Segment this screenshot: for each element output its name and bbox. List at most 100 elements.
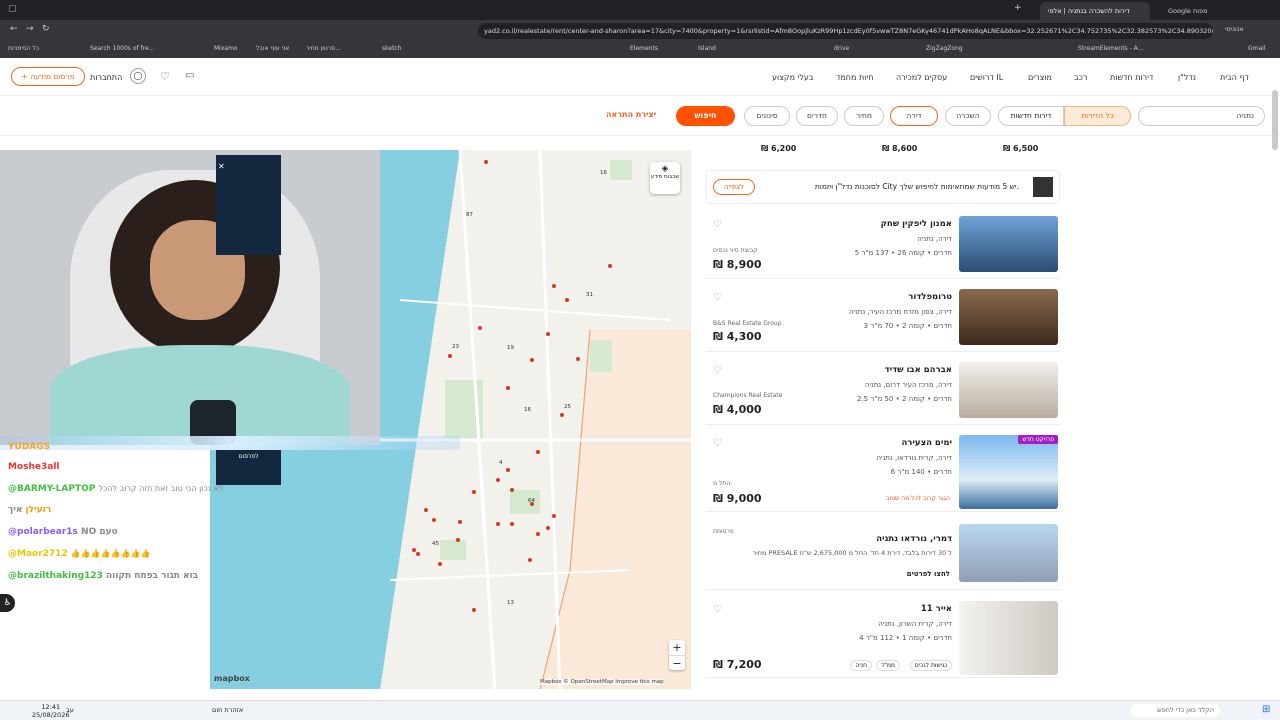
- bookmark-item[interactable]: כל הסימניות: [8, 45, 39, 52]
- heart-icon[interactable]: ♡: [713, 292, 722, 303]
- listing-marker[interactable]: [478, 326, 482, 330]
- create-alert-button[interactable]: יצירת התראה: [606, 110, 656, 119]
- ad-card[interactable]: פרסומת דמרי, נורדאו נתניה מחיר PRESALE ל…: [706, 520, 1060, 590]
- map-attribution[interactable]: Mapbox © OpenStreetMap Improve this map: [540, 679, 664, 685]
- banner-view-button[interactable]: לצפייה: [713, 179, 755, 195]
- listing-marker[interactable]: [496, 478, 500, 482]
- back-icon[interactable]: ←: [10, 24, 18, 34]
- user-icon[interactable]: ◯: [130, 68, 146, 84]
- map-layers-button[interactable]: ◈ שכבות מידע: [650, 162, 680, 194]
- location-search-input[interactable]: נתניה: [1138, 106, 1265, 126]
- listing-marker[interactable]: [530, 502, 534, 506]
- weather-widget[interactable]: אזהרת חום: [212, 706, 243, 714]
- bookmark-item[interactable]: sketch: [382, 45, 402, 52]
- listing-marker[interactable]: [510, 488, 514, 492]
- bookmark-item[interactable]: StreamElements - A...: [1078, 45, 1143, 52]
- listing-marker[interactable]: [496, 522, 500, 526]
- taskbar-search[interactable]: הקלד כאן כדי לחפש: [1130, 704, 1220, 717]
- heart-icon[interactable]: ♡: [160, 70, 170, 83]
- bookmark-item[interactable]: Mixamo: [214, 45, 238, 52]
- heart-icon[interactable]: ♡: [713, 438, 722, 449]
- page-scrollbar[interactable]: [1272, 90, 1278, 150]
- nav-jobs[interactable]: דרושים IL: [970, 73, 1003, 82]
- bookmark-item[interactable]: Elements: [630, 45, 658, 52]
- heart-icon[interactable]: ♡: [713, 365, 722, 376]
- bookmark-item[interactable]: Search 1000s of fre...: [90, 45, 154, 52]
- ad-cta-link[interactable]: לחצו לפרטים: [907, 570, 950, 578]
- bookmark-item[interactable]: אני עוף אובל: [256, 45, 289, 52]
- listing-marker[interactable]: [506, 386, 510, 390]
- listing-marker[interactable]: [484, 160, 488, 164]
- agency-banner[interactable]: לצפייה לסוכנות נדל"ן ויזמות City יש 5 מו…: [706, 170, 1060, 204]
- listing-card[interactable]: ♡ טרומפלדור דירה, צפון מזרח מרכז העיר, נ…: [706, 286, 1060, 352]
- listing-marker[interactable]: [438, 562, 442, 566]
- profile-label[interactable]: אנונימי: [1225, 25, 1244, 33]
- windows-start-icon[interactable]: ⊞: [1262, 704, 1270, 715]
- language-indicator[interactable]: עב: [66, 706, 74, 714]
- nav-realestate[interactable]: נדל"ן: [1178, 73, 1196, 82]
- listing-marker[interactable]: [506, 468, 510, 472]
- rooms-dropdown[interactable]: חדרים: [796, 106, 838, 126]
- listing-card[interactable]: ♡ פרויקט חדש ימים הצעירה דירה, קרית נורד…: [706, 432, 1060, 512]
- accessibility-icon[interactable]: ♿: [0, 594, 15, 612]
- tab-google-maps[interactable]: Google מפות: [1160, 2, 1260, 20]
- deal-type-dropdown[interactable]: השכרה: [945, 106, 991, 126]
- heart-icon[interactable]: ♡: [713, 604, 722, 615]
- listing-marker[interactable]: [448, 354, 452, 358]
- nav-products[interactable]: מוצרים: [1028, 73, 1052, 82]
- bookmark-item[interactable]: סרטון מחיר...: [306, 45, 341, 52]
- zoom-in-button[interactable]: +: [669, 640, 685, 655]
- search-button[interactable]: חיפוש: [676, 106, 735, 126]
- login-link[interactable]: התחברות: [90, 73, 122, 82]
- listing-marker[interactable]: [528, 558, 532, 562]
- listing-card[interactable]: ♡ אברהם אבו שדיד דירה, מרכז העיר דרום, נ…: [706, 359, 1060, 425]
- heart-icon[interactable]: ♡: [713, 219, 722, 230]
- listing-marker[interactable]: [536, 450, 540, 454]
- listing-marker[interactable]: [536, 532, 540, 536]
- segment-all-apartments[interactable]: כל הדירות: [1064, 106, 1131, 126]
- listing-marker[interactable]: [458, 520, 462, 524]
- listing-marker[interactable]: [510, 522, 514, 526]
- bookmark-item[interactable]: drive: [834, 45, 849, 52]
- listing-marker[interactable]: [576, 357, 580, 361]
- reload-icon[interactable]: ↻: [42, 24, 50, 34]
- listing-marker[interactable]: [456, 538, 460, 542]
- forward-icon[interactable]: →: [26, 24, 34, 34]
- nav-pets[interactable]: חיות מחמד: [836, 73, 873, 82]
- nav-home[interactable]: דף הבית: [1220, 73, 1249, 82]
- zoom-out-button[interactable]: −: [669, 655, 685, 670]
- listing-marker[interactable]: [416, 552, 420, 556]
- listing-marker[interactable]: [552, 514, 556, 518]
- listing-marker[interactable]: [546, 332, 550, 336]
- bookmark-item[interactable]: ZigZagZong: [926, 45, 963, 52]
- listing-marker[interactable]: [472, 490, 476, 494]
- segment-new-apartments[interactable]: דירות חדשות: [998, 106, 1064, 126]
- type-dropdown[interactable]: דירה: [890, 106, 938, 126]
- new-tab-icon[interactable]: +: [1014, 3, 1022, 13]
- listing-marker[interactable]: [565, 298, 569, 302]
- window-menu-icon[interactable]: ▢: [8, 4, 17, 14]
- close-icon[interactable]: ✕: [218, 162, 225, 171]
- chat-icon[interactable]: ▭: [185, 70, 194, 81]
- bookmark-item[interactable]: Island: [698, 45, 716, 52]
- listing-marker[interactable]: [608, 264, 612, 268]
- price-dropdown[interactable]: מחיר: [844, 106, 884, 126]
- listing-marker[interactable]: [472, 608, 476, 612]
- nav-cars[interactable]: רכב: [1074, 73, 1087, 82]
- nav-professionals[interactable]: בעלי מקצוע: [772, 73, 814, 82]
- listing-marker[interactable]: [552, 284, 556, 288]
- listing-marker[interactable]: [546, 526, 550, 530]
- nav-new-apartments[interactable]: דירות חדשות: [1110, 73, 1153, 82]
- url-field[interactable]: yad2.co.il/realestate/rent/center-and-sh…: [478, 23, 1213, 39]
- tab-yad2[interactable]: דירות להשכרה בנתניה | אלפי: [1040, 2, 1150, 20]
- listing-marker[interactable]: [530, 358, 534, 362]
- more-filters-button[interactable]: סינונים: [744, 106, 790, 126]
- listing-card[interactable]: ♡ אמנון ליפקין שחק דירה, נתניה 5 חדרים •…: [706, 213, 1060, 279]
- listing-marker[interactable]: [560, 413, 564, 417]
- listing-card[interactable]: ♡ אייר 11 דירה, קרית השרון, נתניה 4 חדרי…: [706, 598, 1060, 678]
- publish-ad-button[interactable]: + פרסום מודעה: [11, 67, 85, 86]
- bookmark-item[interactable]: Gmail: [1248, 45, 1266, 52]
- listing-marker[interactable]: [424, 508, 428, 512]
- listing-marker[interactable]: [432, 518, 436, 522]
- listing-marker[interactable]: [412, 548, 416, 552]
